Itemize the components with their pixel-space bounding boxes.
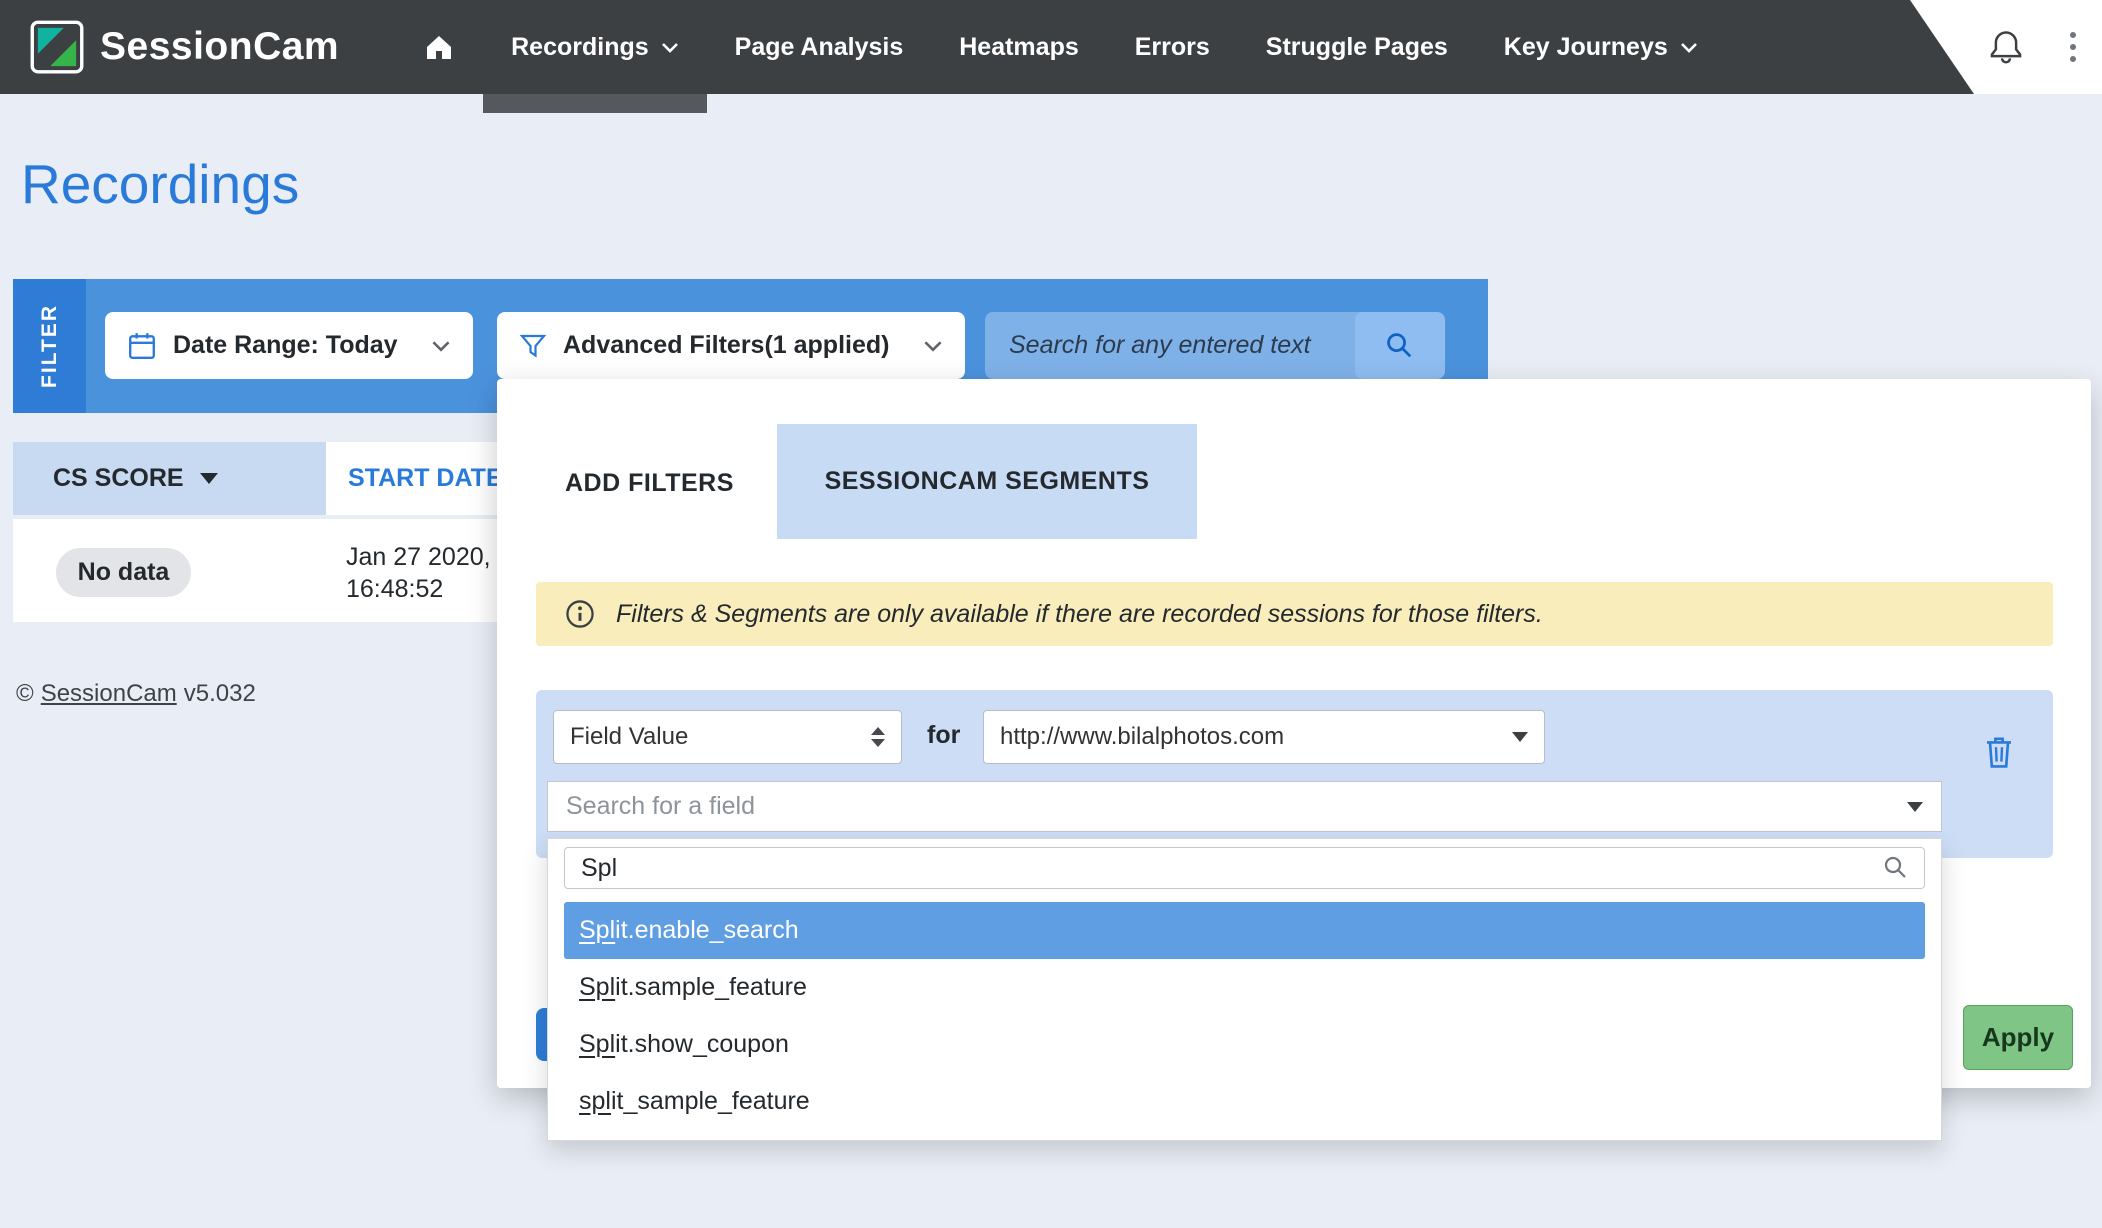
notifications-button[interactable] — [1986, 26, 2026, 68]
start-date-header-label: START DATE — [348, 464, 503, 493]
copyright-symbol: © — [16, 680, 34, 708]
footer: © SessionCam v5.032 — [16, 680, 256, 708]
dropdown-caret-icon — [1512, 732, 1528, 742]
nav-errors[interactable]: Errors — [1107, 0, 1238, 94]
date-range-button[interactable]: Date Range: Today — [105, 312, 473, 379]
chevron-down-icon — [1680, 41, 1698, 53]
nav-heatmaps-label: Heatmaps — [959, 33, 1079, 62]
tab-add-filters-label: ADD FILTERS — [565, 469, 734, 498]
nav-page-analysis[interactable]: Page Analysis — [707, 0, 932, 94]
site-select[interactable]: http://www.bilalphotos.com — [983, 710, 1545, 764]
text-search-field — [985, 312, 1445, 379]
brand-logo[interactable]: SessionCam — [30, 20, 339, 74]
date-range-label: Date Range: Today — [173, 331, 398, 360]
field-option[interactable]: Split.enable_search — [564, 902, 1925, 959]
option-match-text: spl — [579, 1087, 611, 1116]
advanced-filters-panel: ADD FILTERS SESSIONCAM SEGMENTS Filters … — [497, 379, 2091, 1088]
footer-sessioncam-link[interactable]: SessionCam — [41, 680, 177, 708]
start-date-cell: Jan 27 2020, 16:48:52 — [346, 541, 491, 605]
field-type-value: Field Value — [570, 723, 688, 751]
nav-home[interactable] — [395, 0, 483, 94]
start-date-line1: Jan 27 2020, — [346, 541, 491, 573]
kebab-icon — [2070, 32, 2076, 38]
field-filter-search — [564, 847, 1925, 889]
nav-key-journeys-label: Key Journeys — [1504, 33, 1668, 62]
search-icon — [1882, 854, 1910, 882]
text-search-input[interactable] — [985, 331, 1355, 360]
site-select-value: http://www.bilalphotos.com — [1000, 723, 1284, 751]
info-icon — [564, 598, 596, 630]
delete-filter-button[interactable] — [1981, 734, 2017, 772]
option-match-text: Spl — [579, 1030, 615, 1059]
info-banner-text: Filters & Segments are only available if… — [616, 600, 1543, 629]
option-match-text: Spl — [579, 973, 615, 1002]
sort-desc-icon — [200, 473, 218, 484]
nav-errors-label: Errors — [1135, 33, 1210, 62]
option-rest-text: it.sample_feature — [615, 973, 807, 1002]
table-header-cs-score[interactable]: CS SCORE — [13, 442, 326, 515]
more-options-button[interactable] — [2060, 26, 2086, 68]
top-nav: SessionCam Recordings Page Analysis Heat… — [0, 0, 2102, 94]
nav-recordings-label: Recordings — [511, 33, 649, 62]
field-option[interactable]: split_sample_feature — [564, 1073, 1925, 1130]
field-options-dropdown: Split.enable_search Split.sample_feature… — [547, 838, 1942, 1141]
for-label: for — [927, 721, 960, 750]
nav-struggle-pages[interactable]: Struggle Pages — [1238, 0, 1476, 94]
home-icon — [423, 32, 455, 62]
main-menu: Recordings Page Analysis Heatmaps Errors… — [395, 0, 1726, 94]
field-option[interactable]: Split.sample_feature — [564, 959, 1925, 1016]
nav-heatmaps[interactable]: Heatmaps — [931, 0, 1107, 94]
nav-struggle-pages-label: Struggle Pages — [1266, 33, 1448, 62]
tab-sessioncam-segments[interactable]: SESSIONCAM SEGMENTS — [777, 424, 1197, 539]
field-type-select[interactable]: Field Value — [553, 710, 902, 764]
cs-score-header-label: CS SCORE — [53, 464, 184, 493]
option-match-text: Spl — [579, 916, 615, 945]
sessioncam-logo-icon — [30, 20, 84, 74]
brand-name: SessionCam — [100, 25, 339, 69]
start-date-line2: 16:48:52 — [346, 573, 491, 605]
advanced-filters-label: Advanced Filters(1 applied) — [563, 331, 889, 360]
page-title: Recordings — [21, 152, 299, 216]
filter-funnel-icon — [519, 333, 547, 359]
kebab-icon — [2070, 44, 2076, 50]
filter-condition-row: Field Value for http://www.bilalphotos.c… — [536, 690, 2053, 858]
field-search-placeholder: Search for a field — [566, 792, 755, 821]
footer-version: v5.032 — [184, 680, 256, 708]
option-rest-text: it_sample_feature — [611, 1087, 810, 1116]
option-rest-text: it.show_coupon — [615, 1030, 789, 1059]
option-rest-text: it.enable_search — [615, 916, 798, 945]
search-icon — [1384, 330, 1416, 362]
dropdown-caret-icon — [1907, 802, 1923, 812]
field-filter-input[interactable] — [565, 854, 1882, 883]
table-row[interactable]: No data Jan 27 2020, 16:48:52 — [13, 519, 566, 622]
spinner-arrows-icon — [871, 727, 885, 747]
filter-vertical-label: FILTER — [38, 304, 62, 388]
nav-recordings[interactable]: Recordings — [483, 0, 707, 94]
tab-sessioncam-segments-label: SESSIONCAM SEGMENTS — [825, 467, 1150, 496]
field-option[interactable]: Split.show_coupon — [564, 1016, 1925, 1073]
bell-icon — [1988, 27, 2024, 65]
cs-score-badge: No data — [56, 548, 191, 597]
chevron-down-icon — [661, 41, 679, 53]
chevron-down-icon — [431, 339, 451, 352]
field-options-list: Split.enable_search Split.sample_feature… — [564, 902, 1925, 1130]
advanced-filters-button[interactable]: Advanced Filters(1 applied) — [497, 312, 965, 379]
kebab-icon — [2070, 56, 2076, 62]
apply-button[interactable]: Apply — [1963, 1005, 2073, 1070]
nav-page-analysis-label: Page Analysis — [735, 33, 904, 62]
nav-key-journeys[interactable]: Key Journeys — [1476, 0, 1726, 94]
filter-vertical-tab[interactable]: FILTER — [13, 279, 86, 413]
chevron-down-icon — [923, 339, 943, 352]
search-button[interactable] — [1355, 312, 1445, 379]
trash-icon — [1982, 734, 2016, 770]
tab-add-filters[interactable]: ADD FILTERS — [559, 447, 740, 519]
info-banner: Filters & Segments are only available if… — [536, 582, 2053, 646]
nav-corner — [1902, 0, 2102, 94]
calendar-icon — [127, 331, 157, 361]
field-search-select[interactable]: Search for a field — [547, 781, 1942, 832]
